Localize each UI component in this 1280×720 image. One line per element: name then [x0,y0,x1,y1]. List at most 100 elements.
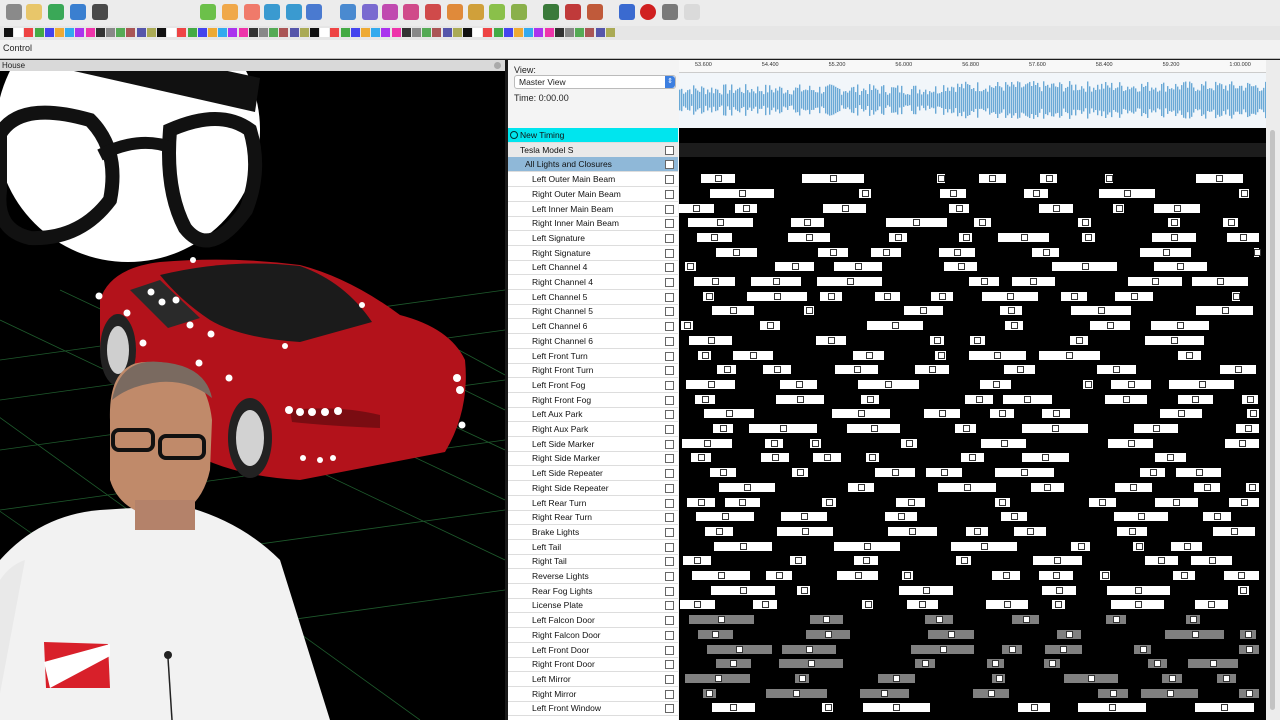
effect-block[interactable] [724,497,761,507]
row-checkbox[interactable] [665,307,674,317]
effect-block[interactable] [1105,615,1126,625]
effect-handle-icon[interactable] [1098,307,1106,315]
effect-block[interactable] [950,541,1018,551]
effect-lane[interactable] [679,510,1266,524]
effect-block[interactable] [1115,291,1153,301]
effect-block[interactable] [1236,424,1259,433]
effect-lane[interactable] [679,393,1266,407]
row-checkbox[interactable] [665,527,674,537]
effect-lane[interactable] [679,290,1266,304]
effect-handle-icon[interactable] [1022,616,1030,624]
effect-swatch-icon[interactable] [146,28,156,37]
effect-block[interactable] [834,262,882,272]
effect-block[interactable] [779,379,818,389]
effect-block[interactable] [1128,277,1183,286]
effect-block[interactable] [866,321,924,331]
gear-icon[interactable] [340,4,356,20]
row-checkbox[interactable] [665,380,674,390]
effect-block[interactable] [877,673,916,683]
effect-handle-icon[interactable] [762,601,770,609]
effect-block[interactable] [688,218,753,228]
effect-block[interactable] [936,174,946,184]
effect-lane[interactable] [679,275,1266,289]
effect-block[interactable] [1051,600,1065,610]
effect-handle-icon[interactable] [939,292,947,300]
effect-swatch-icon[interactable] [299,28,309,37]
effect-block[interactable] [679,600,715,610]
effect-lane[interactable] [679,701,1266,715]
row-checkbox[interactable] [665,469,674,479]
effect-block[interactable] [1078,703,1146,713]
effect-block[interactable] [1194,482,1221,492]
effect-handle-icon[interactable] [805,307,813,315]
effect-handle-icon[interactable] [1171,336,1179,344]
effect-handle-icon[interactable] [683,322,691,330]
effect-block[interactable] [944,262,977,272]
effect-lane[interactable] [679,554,1266,568]
bulb-off-icon[interactable] [684,4,700,20]
effect-block[interactable] [820,291,843,301]
effect-handle-icon[interactable] [949,189,957,197]
effect-handle-icon[interactable] [722,513,730,521]
effect-swatch-icon[interactable] [534,28,544,37]
effect-swatch-icon[interactable] [514,28,523,37]
effect-swatch-icon[interactable] [381,28,391,37]
effect-lane[interactable] [679,481,1266,495]
effect-handle-icon[interactable] [701,395,709,403]
effect-handle-icon[interactable] [1055,601,1063,609]
effect-handle-icon[interactable] [1055,586,1063,594]
bulb-icon[interactable] [662,4,678,20]
model-row[interactable]: Left Front Door [508,643,678,658]
row-checkbox[interactable] [665,336,674,346]
effect-handle-icon[interactable] [823,616,831,624]
effect-handle-icon[interactable] [960,557,968,565]
effect-handle-icon[interactable] [962,233,970,241]
effect-block[interactable] [816,335,847,345]
effect-block[interactable] [1097,365,1136,375]
effect-block[interactable] [1228,497,1259,507]
model-row[interactable]: Brake Lights [508,525,678,540]
effect-handle-icon[interactable] [1007,292,1015,300]
effect-block[interactable] [1154,203,1200,213]
effect-block[interactable] [778,659,843,669]
copy-icon[interactable] [403,4,419,20]
row-checkbox[interactable] [665,542,674,552]
model-row[interactable]: License Plate [508,598,678,614]
effect-lane[interactable] [679,319,1266,333]
effect-handle-icon[interactable] [892,322,900,330]
model-row[interactable]: Left Rear Turn [508,496,678,511]
effect-swatch-icon[interactable] [177,28,187,37]
effect-handle-icon[interactable] [1021,469,1029,477]
model-row[interactable]: Right Front Door [508,657,678,673]
effect-swatch-icon[interactable] [167,28,177,37]
effect-block[interactable] [969,350,1026,360]
effect-handle-icon[interactable] [862,557,870,565]
model-row[interactable]: Reverse Lights [508,569,678,584]
effect-block[interactable] [848,482,874,492]
effect-block[interactable] [818,247,849,257]
model-row[interactable]: Right Aux Park [508,422,678,437]
effect-handle-icon[interactable] [1106,175,1114,183]
effect-block[interactable] [886,218,947,228]
effect-block[interactable] [1011,277,1056,286]
effect-block[interactable] [710,585,776,595]
effect-handle-icon[interactable] [869,454,877,462]
effect-handle-icon[interactable] [1209,660,1217,668]
effect-handle-icon[interactable] [1053,204,1061,212]
effect-lane[interactable] [679,437,1266,451]
effect-handle-icon[interactable] [824,630,832,638]
effect-block[interactable] [899,585,953,595]
effect-block[interactable] [889,232,908,242]
effect-block[interactable] [688,615,754,625]
row-checkbox[interactable] [665,351,674,361]
model-row[interactable]: Left Mirror [508,672,678,687]
effect-block[interactable] [1219,365,1256,375]
effect-swatch-icon[interactable] [595,28,605,37]
effect-handle-icon[interactable] [1071,292,1079,300]
effect-handle-icon[interactable] [776,572,784,579]
effect-handle-icon[interactable] [999,498,1007,506]
effect-handle-icon[interactable] [717,219,725,227]
row-checkbox[interactable] [665,366,674,376]
effect-lane[interactable] [679,260,1266,274]
effect-block[interactable] [871,247,902,257]
